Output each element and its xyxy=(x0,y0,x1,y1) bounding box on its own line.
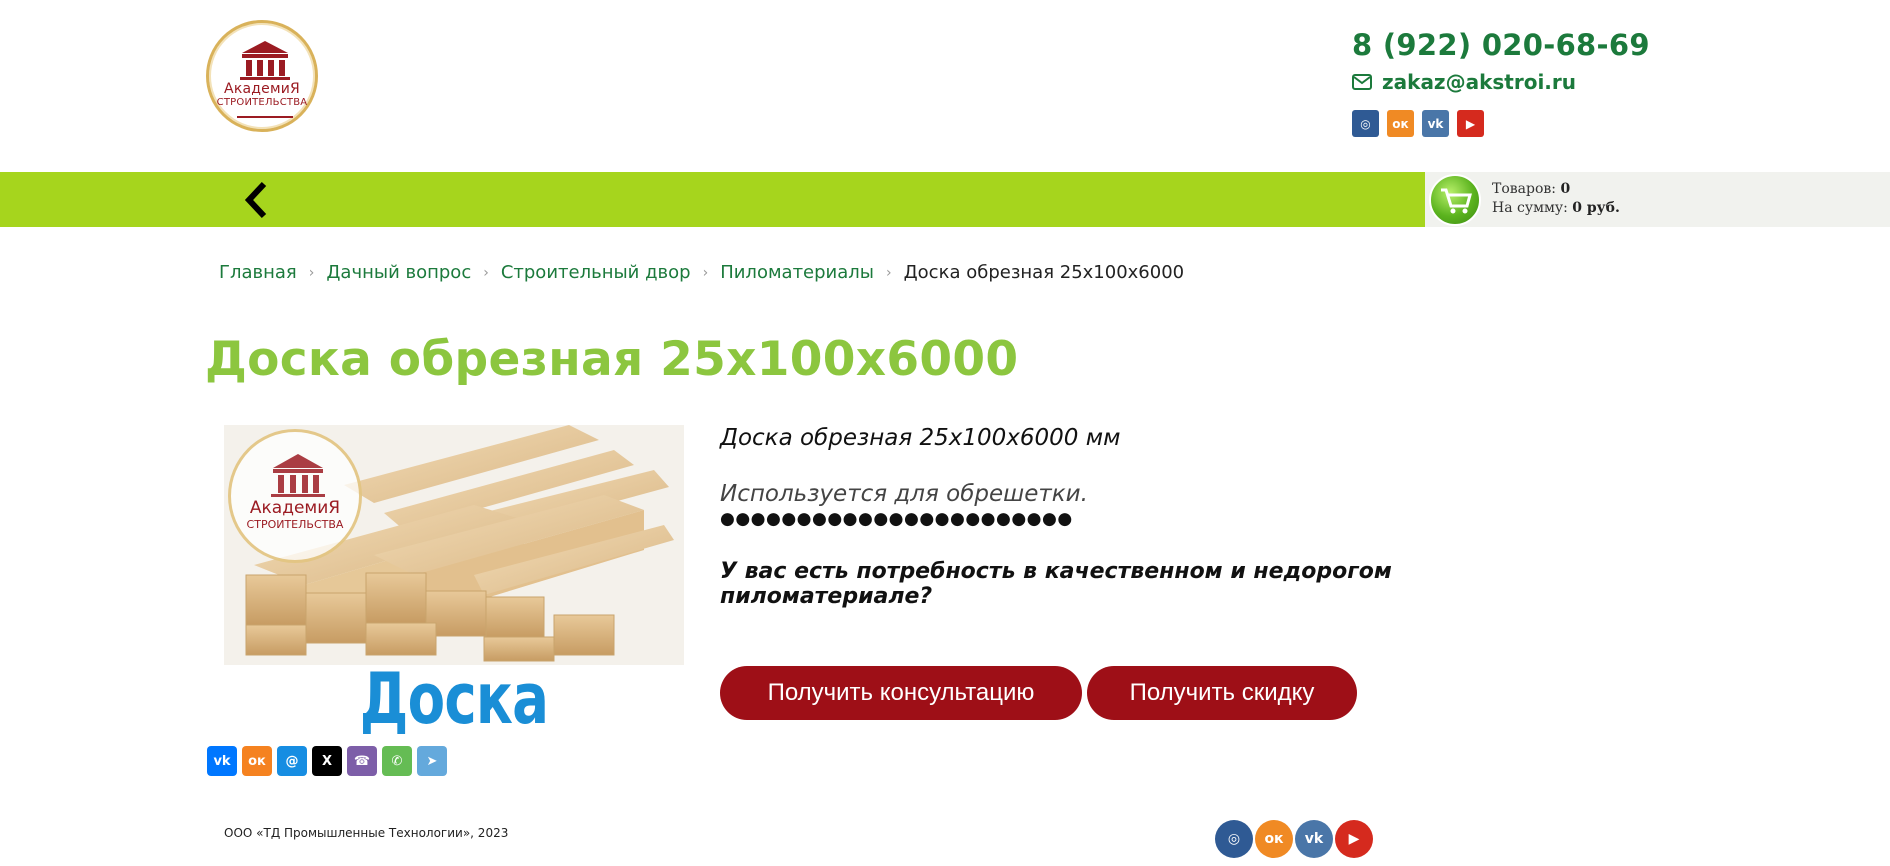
breadcrumb-home[interactable]: Главная xyxy=(219,262,297,283)
instagram-icon[interactable]: ◎ xyxy=(1215,820,1253,858)
phone-number[interactable]: 8 (922) 020-68-69 xyxy=(1352,28,1650,62)
x-share-icon[interactable]: X xyxy=(312,746,342,776)
description-title: Доска обрезная 25х100х6000 мм xyxy=(720,425,1121,451)
image-watermark-logo: АкадемиЯ СТРОИТЕЛЬСТВА xyxy=(228,429,362,563)
description-question: У вас есть потребность в качественном и … xyxy=(720,559,1392,609)
product-image[interactable]: АкадемиЯ СТРОИТЕЛЬСТВА Доска 25*100 xyxy=(224,425,684,734)
logo-subtitle: СТРОИТЕЛЬСТВА xyxy=(216,97,308,108)
whatsapp-share-icon[interactable]: ✆ xyxy=(382,746,412,776)
odnoklassniki-share-icon[interactable]: ок xyxy=(242,746,272,776)
page-title: Доска обрезная 25х100х6000 xyxy=(205,332,1019,387)
breadcrumb-separator-icon: › xyxy=(886,264,892,281)
footer-social-icons: ◎ ок vk ▶ xyxy=(1215,820,1373,858)
moimir-share-icon[interactable]: @ xyxy=(277,746,307,776)
image-logo-subtitle: СТРОИТЕЛЬСТВА xyxy=(246,518,344,531)
cart-widget[interactable]: Товаров: 0 На сумму: 0 руб. xyxy=(1425,172,1890,227)
envelope-icon xyxy=(1352,74,1372,90)
header-social-icons: ◎ ок vk ▶ xyxy=(1352,110,1650,137)
viber-share-icon[interactable]: ☎ xyxy=(347,746,377,776)
footer-copyright: ООО «ТД Промышленные Технологии», 2023 xyxy=(224,826,509,840)
back-button[interactable] xyxy=(236,178,276,222)
odnoklassniki-icon[interactable]: ок xyxy=(1387,110,1414,137)
cart-items-label: Товаров: xyxy=(1492,181,1556,197)
logo-title: АкадемиЯ xyxy=(224,81,300,97)
breadcrumb-building-yard[interactable]: Строительный двор xyxy=(501,262,691,283)
breadcrumb-separator-icon: › xyxy=(702,264,709,281)
youtube-icon[interactable]: ▶ xyxy=(1457,110,1484,137)
odnoklassniki-icon[interactable]: ок xyxy=(1255,820,1293,858)
image-logo-title: АкадемиЯ xyxy=(249,498,341,518)
share-buttons: vk ок @ X ☎ ✆ ➤ xyxy=(207,746,447,776)
site-logo[interactable]: АкадемиЯ СТРОИТЕЛЬСТВА xyxy=(206,20,318,132)
vk-share-icon[interactable]: vk xyxy=(207,746,237,776)
description-dots: ●●●●●●●●●●●●●●●●●●●●●●● xyxy=(720,509,1073,529)
telegram-share-icon[interactable]: ➤ xyxy=(417,746,447,776)
chevron-left-icon xyxy=(244,181,267,219)
header-contacts: 8 (922) 020-68-69 zakaz@akstroi.ru ◎ ок vk… xyxy=(1352,28,1650,137)
youtube-icon[interactable]: ▶ xyxy=(1335,820,1373,858)
vk-icon[interactable]: vk xyxy=(1295,820,1333,858)
get-consultation-button[interactable]: Получить консультацию xyxy=(720,666,1082,720)
breadcrumb-separator-icon: › xyxy=(308,264,315,281)
breadcrumb-separator-icon: › xyxy=(483,264,489,281)
cart-info: Товаров: 0 На сумму: 0 руб. xyxy=(1492,180,1620,218)
email-link[interactable]: zakaz@akstroi.ru xyxy=(1382,70,1576,94)
image-caption: Доска 25*100 xyxy=(347,658,562,734)
cart-sum-value: 0 руб. xyxy=(1572,200,1620,216)
instagram-icon[interactable]: ◎ xyxy=(1352,110,1379,137)
get-discount-button[interactable]: Получить скидку xyxy=(1087,666,1357,720)
vk-icon[interactable]: vk xyxy=(1422,110,1449,137)
breadcrumb-lumber[interactable]: Пиломатериалы xyxy=(720,262,874,283)
breadcrumb-dacha[interactable]: Дачный вопрос xyxy=(326,262,471,283)
building-icon xyxy=(237,41,293,118)
product-description: Доска обрезная 25х100х6000 мм Использует… xyxy=(720,425,1580,609)
cart-items-count: 0 xyxy=(1560,181,1571,197)
breadcrumb: Главная › Дачный вопрос › Строительный д… xyxy=(219,262,1184,283)
main-navbar: Товаров: 0 На сумму: 0 руб. xyxy=(0,172,1890,227)
cart-icon xyxy=(1429,174,1481,226)
breadcrumb-current: Доска обрезная 25х100х6000 xyxy=(903,262,1185,283)
cart-sum-label: На сумму: xyxy=(1492,200,1568,216)
description-usage: Используется для обрешетки. xyxy=(720,481,1088,507)
